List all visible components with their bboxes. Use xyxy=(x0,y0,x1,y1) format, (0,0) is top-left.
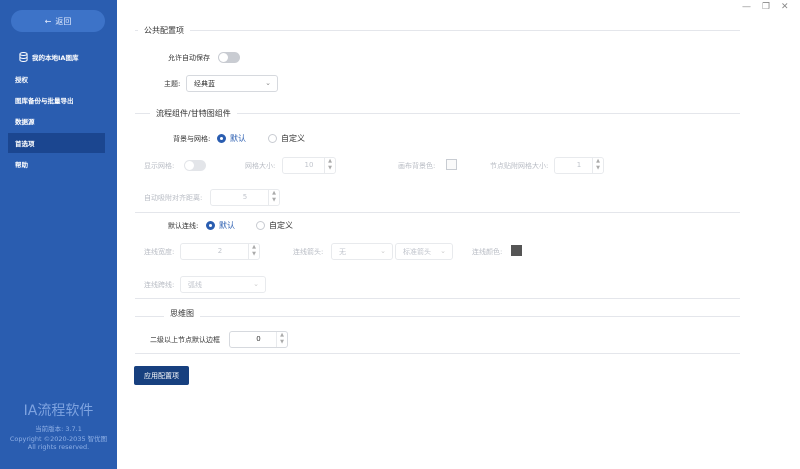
line-color-swatch[interactable] xyxy=(511,245,522,256)
line-default-radio[interactable]: 默认 xyxy=(206,220,235,231)
sidebar-item-label: 数据源 xyxy=(15,118,35,126)
restore-icon[interactable]: ❐ xyxy=(762,2,770,12)
section-title-public: 公共配置项 xyxy=(138,25,190,36)
sidebar: ← 返回 我的本地IA图库 授权 图库备份与批量导出 数据源 首选项 帮助 IA… xyxy=(0,0,117,469)
sidebar-item-license[interactable]: 授权 xyxy=(8,69,105,89)
subsection-divider xyxy=(135,212,740,213)
bg-default-radio[interactable]: 默认 xyxy=(217,133,246,144)
chevron-down-icon: ⌄ xyxy=(380,247,386,255)
rights-text: All rights reserved. xyxy=(27,443,90,451)
copyright-text: Copyright ©2020-2035 智优图 xyxy=(9,435,108,443)
brand-name: IA流程软件 xyxy=(23,403,94,419)
section-title-flow: 流程组件/甘特图组件 xyxy=(150,108,237,119)
grid-size-stepper[interactable]: 10 ▲ ▼ xyxy=(282,157,336,174)
chevron-down-icon: ⌄ xyxy=(253,280,259,288)
apply-config-button[interactable]: 应用配置项 xyxy=(134,366,189,385)
section-divider xyxy=(135,353,740,354)
radio-dot xyxy=(268,134,277,143)
auto-align-label: 自动吸附对齐距离: xyxy=(144,194,203,202)
line-jump-label: 连线跨线: xyxy=(144,281,175,289)
sidebar-item-help[interactable]: 帮助 xyxy=(8,154,105,174)
section-divider xyxy=(135,298,740,299)
close-icon[interactable]: ✕ xyxy=(781,2,789,12)
mind-border-label: 二级以上节点默认边框 xyxy=(150,336,220,344)
sidebar-item-backup-export[interactable]: 图库备份与批量导出 xyxy=(8,90,105,110)
theme-value: 经典蓝 xyxy=(194,79,215,88)
canvas-bg-label: 画布背景色: xyxy=(398,162,436,170)
sidebar-item-local-library[interactable]: 我的本地IA图库 xyxy=(8,47,105,67)
snap-grid-label: 节点贴附网格大小: xyxy=(490,162,549,170)
autosave-toggle[interactable] xyxy=(218,52,240,63)
sidebar-item-label: 图库备份与批量导出 xyxy=(15,97,74,105)
database-icon xyxy=(19,52,28,62)
show-grid-label: 显示网格: xyxy=(144,162,175,170)
chevron-down-icon: ⌄ xyxy=(440,247,446,255)
line-arrow-label: 连线箭头: xyxy=(293,248,324,256)
sidebar-item-label: 授权 xyxy=(15,76,28,84)
line-arrow-start-select[interactable]: 无 ⌄ xyxy=(331,243,393,260)
sidebar-item-preferences[interactable]: 首选项 xyxy=(8,133,105,153)
arrow-left-icon: ← xyxy=(44,16,52,26)
theme-select[interactable]: 经典蓝 ⌄ xyxy=(186,75,278,92)
line-color-label: 连线颜色: xyxy=(472,248,503,256)
sidebar-item-label: 帮助 xyxy=(15,161,28,169)
grid-size-label: 网格大小: xyxy=(245,162,276,170)
stepper-buttons[interactable]: ▲ ▼ xyxy=(248,244,259,259)
default-line-label: 默认连线: xyxy=(168,222,199,230)
bg-grid-label: 背景与网格: xyxy=(173,135,211,143)
stepper-buttons[interactable]: ▲ ▼ xyxy=(276,332,287,347)
snap-grid-stepper[interactable]: 1 ▲ ▼ xyxy=(554,157,604,174)
minimize-icon[interactable]: — xyxy=(742,2,751,12)
section-title-mind: 思维图 xyxy=(164,308,200,319)
radio-dot xyxy=(256,221,265,230)
bg-custom-radio[interactable]: 自定义 xyxy=(268,133,305,144)
line-custom-radio[interactable]: 自定义 xyxy=(256,220,293,231)
radio-dot xyxy=(217,134,226,143)
theme-label: 主题: xyxy=(164,80,181,88)
radio-dot xyxy=(206,221,215,230)
autosave-label: 允许自动保存 xyxy=(168,54,210,62)
sidebar-item-label: 我的本地IA图库 xyxy=(32,54,79,62)
mind-border-stepper[interactable]: 0 ▲ ▼ xyxy=(229,331,288,348)
canvas-bg-color-swatch[interactable] xyxy=(446,159,457,170)
chevron-down-icon: ⌄ xyxy=(265,79,271,87)
section-divider xyxy=(135,316,740,317)
stepper-buttons[interactable]: ▲ ▼ xyxy=(592,158,603,173)
line-arrow-end-select[interactable]: 标准箭头 ⌄ xyxy=(395,243,453,260)
auto-align-stepper[interactable]: 5 ▲ ▼ xyxy=(210,189,280,206)
back-button[interactable]: ← 返回 xyxy=(11,10,105,32)
line-jump-select[interactable]: 弧线 ⌄ xyxy=(180,276,266,293)
back-label: 返回 xyxy=(55,16,72,26)
section-divider xyxy=(135,30,740,31)
line-width-label: 连线宽度: xyxy=(144,248,175,256)
stepper-buttons[interactable]: ▲ ▼ xyxy=(324,158,335,173)
line-width-stepper[interactable]: 2 ▲ ▼ xyxy=(180,243,260,260)
version-text: 当前版本: 3.7.1 xyxy=(35,425,82,433)
show-grid-toggle[interactable] xyxy=(184,160,206,171)
sidebar-item-label: 首选项 xyxy=(15,140,35,148)
stepper-buttons[interactable]: ▲ ▼ xyxy=(268,190,279,205)
sidebar-item-datasource[interactable]: 数据源 xyxy=(8,111,105,131)
